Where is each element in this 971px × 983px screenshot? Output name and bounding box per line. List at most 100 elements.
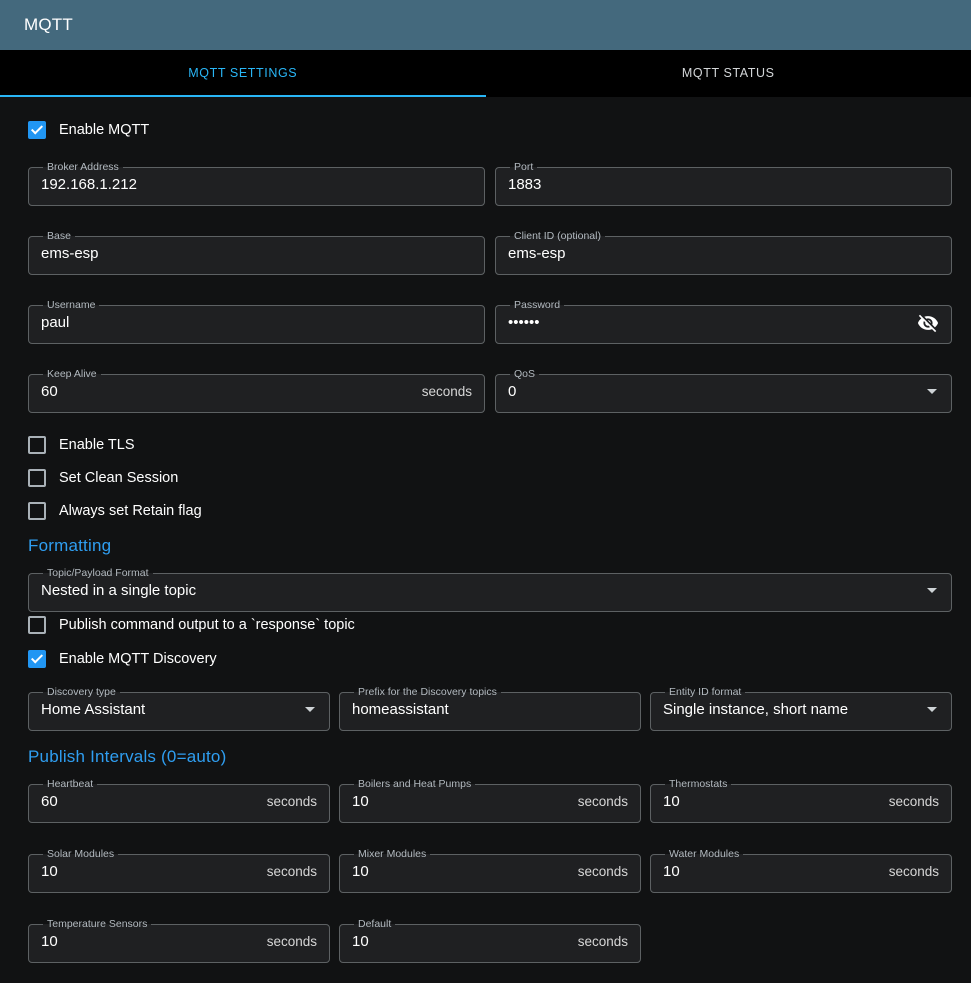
heartbeat-input[interactable] [41, 793, 259, 810]
discovery-fields: Discovery type Home Assistant Prefix for… [28, 686, 952, 731]
dropdown-arrow-icon [305, 707, 315, 712]
solar-interval-field: Solar Modules seconds [28, 848, 330, 893]
client-id-field: Client ID (optional) [495, 230, 952, 275]
checkbox-unchecked-icon [28, 469, 46, 487]
port-field: Port [495, 161, 952, 206]
checkbox-label: Publish command output to a `response` t… [59, 617, 355, 633]
clean-session-checkbox[interactable]: Set Clean Session [28, 465, 952, 491]
seconds-suffix: seconds [578, 934, 628, 949]
seconds-suffix: seconds [422, 384, 472, 399]
entity-format-value: Single instance, short name [663, 701, 919, 718]
water-interval-input[interactable] [663, 863, 881, 880]
default-interval-label: Default [354, 918, 395, 930]
publish-intervals-heading: Publish Intervals (0=auto) [28, 747, 952, 767]
seconds-suffix: seconds [267, 794, 317, 809]
checkbox-label: Always set Retain flag [59, 503, 202, 519]
base-label: Base [43, 230, 75, 242]
checkbox-unchecked-icon [28, 436, 46, 454]
qos-select[interactable]: QoS 0 [495, 368, 952, 413]
connection-fields: Broker Address Port Base Client ID (opti… [28, 161, 952, 413]
dropdown-arrow-icon [927, 707, 937, 712]
seconds-suffix: seconds [578, 864, 628, 879]
checkbox-label: Enable MQTT Discovery [59, 651, 217, 667]
thermostats-interval-input[interactable] [663, 793, 881, 810]
discovery-type-select[interactable]: Discovery type Home Assistant [28, 686, 330, 731]
keep-alive-input[interactable] [41, 383, 414, 400]
checkbox-label: Enable TLS [59, 437, 135, 453]
boilers-interval-label: Boilers and Heat Pumps [354, 778, 475, 790]
seconds-suffix: seconds [889, 794, 939, 809]
visibility-off-icon[interactable] [917, 312, 939, 334]
heartbeat-field: Heartbeat seconds [28, 778, 330, 823]
tab-mqtt-settings[interactable]: MQTT SETTINGS [0, 50, 486, 97]
sensors-interval-field: Temperature Sensors seconds [28, 918, 330, 963]
water-interval-field: Water Modules seconds [650, 848, 952, 893]
thermostats-interval-field: Thermostats seconds [650, 778, 952, 823]
discovery-type-label: Discovery type [43, 686, 120, 698]
seconds-suffix: seconds [267, 864, 317, 879]
default-interval-input[interactable] [352, 933, 570, 950]
enable-tls-checkbox[interactable]: Enable TLS [28, 432, 952, 458]
discovery-prefix-field: Prefix for the Discovery topics [339, 686, 641, 731]
tab-bar: MQTT SETTINGS MQTT STATUS [0, 50, 971, 97]
app-bar: MQTT [0, 0, 971, 50]
checkbox-label: Enable MQTT [59, 122, 149, 138]
seconds-suffix: seconds [267, 934, 317, 949]
checkbox-checked-icon [28, 650, 46, 668]
qos-label: QoS [510, 368, 539, 380]
page-title: MQTT [24, 15, 73, 35]
seconds-suffix: seconds [578, 794, 628, 809]
mixer-interval-field: Mixer Modules seconds [339, 848, 641, 893]
dropdown-arrow-icon [927, 389, 937, 394]
password-input[interactable] [508, 314, 909, 331]
client-id-label: Client ID (optional) [510, 230, 605, 242]
broker-address-input[interactable] [41, 176, 472, 193]
checkbox-unchecked-icon [28, 616, 46, 634]
interval-fields: Heartbeat seconds Boilers and Heat Pumps… [28, 778, 952, 963]
thermostats-interval-label: Thermostats [665, 778, 731, 790]
checkbox-label: Set Clean Session [59, 470, 178, 486]
solar-interval-label: Solar Modules [43, 848, 118, 860]
username-field: Username [28, 299, 485, 344]
topic-format-value: Nested in a single topic [41, 582, 919, 599]
sensors-interval-input[interactable] [41, 933, 259, 950]
enable-discovery-checkbox[interactable]: Enable MQTT Discovery [28, 646, 952, 672]
sensors-interval-label: Temperature Sensors [43, 918, 151, 930]
tab-mqtt-status[interactable]: MQTT STATUS [486, 50, 971, 97]
boilers-interval-field: Boilers and Heat Pumps seconds [339, 778, 641, 823]
port-label: Port [510, 161, 537, 173]
enable-mqtt-checkbox[interactable]: Enable MQTT [28, 117, 952, 143]
settings-form: Enable MQTT Broker Address Port Base Cli… [0, 97, 971, 983]
entity-format-label: Entity ID format [665, 686, 745, 698]
discovery-prefix-input[interactable] [352, 701, 628, 718]
keep-alive-field: Keep Alive seconds [28, 368, 485, 413]
heartbeat-label: Heartbeat [43, 778, 97, 790]
base-input[interactable] [41, 245, 472, 262]
password-label: Password [510, 299, 564, 311]
username-input[interactable] [41, 314, 472, 331]
broker-address-label: Broker Address [43, 161, 123, 173]
entity-format-select[interactable]: Entity ID format Single instance, short … [650, 686, 952, 731]
seconds-suffix: seconds [889, 864, 939, 879]
discovery-type-value: Home Assistant [41, 701, 297, 718]
base-field: Base [28, 230, 485, 275]
checkbox-checked-icon [28, 121, 46, 139]
client-id-input[interactable] [508, 245, 939, 262]
discovery-prefix-label: Prefix for the Discovery topics [354, 686, 501, 698]
water-interval-label: Water Modules [665, 848, 743, 860]
publish-response-checkbox[interactable]: Publish command output to a `response` t… [28, 612, 952, 638]
retain-flag-checkbox[interactable]: Always set Retain flag [28, 498, 952, 524]
formatting-heading: Formatting [28, 536, 952, 556]
mixer-interval-label: Mixer Modules [354, 848, 430, 860]
topic-format-select[interactable]: Topic/Payload Format Nested in a single … [28, 567, 952, 612]
mixer-interval-input[interactable] [352, 863, 570, 880]
username-label: Username [43, 299, 99, 311]
boilers-interval-input[interactable] [352, 793, 570, 810]
port-input[interactable] [508, 176, 939, 193]
solar-interval-input[interactable] [41, 863, 259, 880]
password-field: Password [495, 299, 952, 344]
qos-value: 0 [508, 383, 919, 400]
default-interval-field: Default seconds [339, 918, 641, 963]
topic-format-label: Topic/Payload Format [43, 567, 153, 579]
dropdown-arrow-icon [927, 588, 937, 593]
